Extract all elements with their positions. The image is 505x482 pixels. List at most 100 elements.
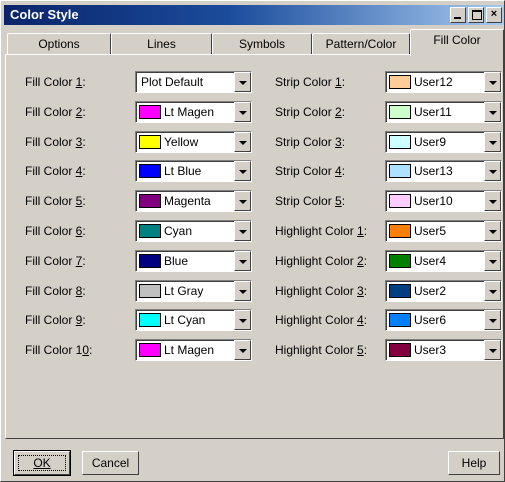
strip-highlight-color-dropdown-9[interactable]: User6 (385, 309, 502, 331)
strip-highlight-color-label-2: Strip Color 2: (275, 105, 346, 119)
fill-color-label-6: Fill Color 6: (25, 224, 86, 238)
strip-highlight-color-value-9: User6 (414, 313, 447, 327)
chevron-down-icon[interactable] (484, 132, 501, 152)
chevron-down-icon[interactable] (484, 221, 501, 241)
color-swatch (139, 194, 161, 208)
chevron-down-icon[interactable] (484, 191, 501, 211)
tab-lines[interactable]: Lines (111, 33, 212, 55)
strip-highlight-color-value-8: User2 (414, 284, 447, 298)
fill-color-value-4: Lt Blue (164, 164, 202, 178)
fill-color-label-5: Fill Color 5: (25, 194, 86, 208)
chevron-down-icon[interactable] (234, 340, 251, 360)
close-button[interactable]: × (486, 7, 502, 23)
fill-color-value-3: Yellow (164, 135, 199, 149)
color-swatch (389, 135, 411, 149)
chevron-down-icon[interactable] (234, 221, 251, 241)
color-swatch (389, 254, 411, 268)
strip-highlight-color-value-1: User12 (414, 75, 453, 89)
strip-highlight-color-label-7: Highlight Color 2: (275, 254, 368, 268)
fill-color-value-6: Cyan (164, 224, 193, 238)
strip-highlight-color-dropdown-10[interactable]: User3 (385, 339, 502, 361)
color-swatch (139, 164, 161, 178)
help-button[interactable]: Help (448, 451, 500, 475)
chevron-down-icon[interactable] (234, 72, 251, 92)
chevron-down-icon[interactable] (484, 310, 501, 330)
chevron-down-icon[interactable] (234, 281, 251, 301)
strip-highlight-color-dropdown-2[interactable]: User11 (385, 101, 502, 123)
cancel-button[interactable]: Cancel (82, 451, 139, 475)
color-swatch (139, 224, 161, 238)
chevron-down-icon[interactable] (234, 251, 251, 271)
tab-symbols[interactable]: Symbols (212, 33, 312, 55)
color-swatch (389, 75, 411, 89)
fill-color-dropdown-6[interactable]: Cyan (135, 220, 252, 242)
fill-color-dropdown-9[interactable]: Lt Cyan (135, 309, 252, 331)
fill-color-value-1: Plot Default (141, 75, 204, 89)
fill-color-dropdown-8[interactable]: Lt Gray (135, 280, 252, 302)
strip-highlight-color-dropdown-5[interactable]: User10 (385, 190, 502, 212)
chevron-down-icon[interactable] (484, 281, 501, 301)
title-bar: Color Style × (4, 5, 504, 25)
color-swatch (389, 224, 411, 238)
strip-highlight-color-label-9: Highlight Color 4: (275, 313, 368, 327)
fill-color-value-10: Lt Magen (164, 343, 215, 357)
fill-color-dropdown-4[interactable]: Lt Blue (135, 160, 252, 182)
chevron-down-icon[interactable] (234, 102, 251, 122)
strip-highlight-color-value-10: User3 (414, 343, 447, 357)
strip-highlight-color-label-10: Highlight Color 5: (275, 343, 368, 357)
fill-color-dropdown-2[interactable]: Lt Magen (135, 101, 252, 123)
strip-highlight-color-dropdown-4[interactable]: User13 (385, 160, 502, 182)
fill-color-dropdown-10[interactable]: Lt Magen (135, 339, 252, 361)
ok-button[interactable]: OK (13, 450, 71, 476)
fill-color-label-4: Fill Color 4: (25, 164, 86, 178)
strip-highlight-color-value-3: User9 (414, 135, 447, 149)
chevron-down-icon[interactable] (234, 310, 251, 330)
strip-highlight-color-dropdown-6[interactable]: User5 (385, 220, 502, 242)
strip-highlight-color-dropdown-8[interactable]: User2 (385, 280, 502, 302)
fill-color-dropdown-5[interactable]: Magenta (135, 190, 252, 212)
strip-highlight-color-dropdown-1[interactable]: User12 (385, 71, 502, 93)
chevron-down-icon[interactable] (484, 161, 501, 181)
fill-color-label-2: Fill Color 2: (25, 105, 86, 119)
color-style-dialog: Color Style × Options Lines Symbols Patt… (0, 0, 505, 482)
maximize-button[interactable] (468, 7, 484, 23)
chevron-down-icon[interactable] (234, 132, 251, 152)
strip-highlight-color-value-7: User4 (414, 254, 447, 268)
strip-highlight-color-value-6: User5 (414, 224, 447, 238)
fill-color-label-1: Fill Color 1: (25, 75, 86, 89)
chevron-down-icon[interactable] (234, 161, 251, 181)
fill-color-dropdown-1[interactable]: Plot Default (135, 71, 252, 93)
minimize-button[interactable] (450, 7, 466, 23)
chevron-down-icon[interactable] (484, 340, 501, 360)
fill-color-value-7: Blue (164, 254, 189, 268)
color-swatch (139, 254, 161, 268)
tab-pattern-color[interactable]: Pattern/Color (312, 33, 410, 55)
chevron-down-icon[interactable] (234, 191, 251, 211)
chevron-down-icon[interactable] (484, 102, 501, 122)
color-swatch (139, 343, 161, 357)
strip-highlight-color-value-2: User11 (414, 105, 452, 119)
tab-fill-color[interactable]: Fill Color (410, 29, 504, 56)
window-title: Color Style (10, 7, 79, 22)
strip-highlight-color-value-4: User13 (414, 164, 453, 178)
color-swatch (389, 313, 411, 327)
color-swatch (389, 194, 411, 208)
color-swatch (389, 164, 411, 178)
fill-color-dropdown-3[interactable]: Yellow (135, 131, 252, 153)
strip-highlight-color-label-3: Strip Color 3: (275, 135, 346, 149)
chevron-down-icon[interactable] (484, 251, 501, 271)
fill-color-label-3: Fill Color 3: (25, 135, 86, 149)
strip-highlight-color-dropdown-3[interactable]: User9 (385, 131, 502, 153)
chevron-down-icon[interactable] (484, 72, 501, 92)
fill-color-label-9: Fill Color 9: (25, 313, 86, 327)
strip-highlight-color-dropdown-7[interactable]: User4 (385, 250, 502, 272)
strip-highlight-color-label-1: Strip Color 1: (275, 75, 346, 89)
fill-color-dropdown-7[interactable]: Blue (135, 250, 252, 272)
color-swatch (139, 135, 161, 149)
color-swatch (139, 284, 161, 298)
tab-options[interactable]: Options (7, 33, 111, 55)
strip-highlight-color-label-8: Highlight Color 3: (275, 284, 368, 298)
fill-color-value-5: Magenta (164, 194, 211, 208)
color-swatch (139, 105, 161, 119)
color-swatch (389, 343, 411, 357)
